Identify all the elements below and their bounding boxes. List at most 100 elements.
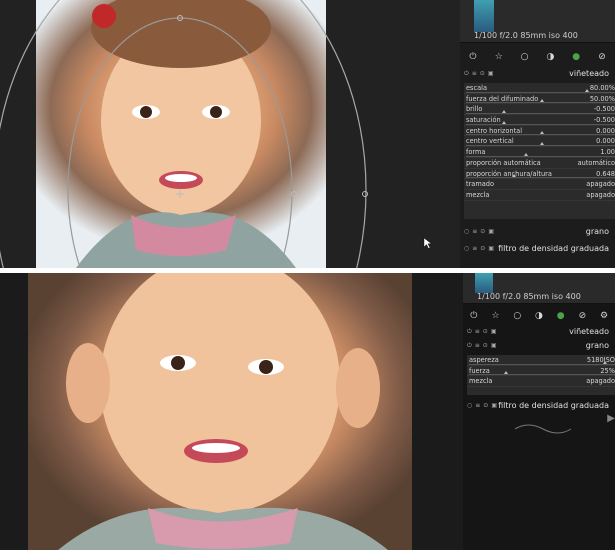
module-group-bar: ⏻ ☆ ○ ◑ ● ⊘ <box>460 50 615 64</box>
param-slider[interactable]: saturación -0.500 <box>464 115 615 126</box>
gear-icon[interactable]: ⚙ <box>596 309 612 323</box>
param-slider[interactable]: mezcla apagado <box>467 376 615 388</box>
reset-icon[interactable]: ⊙ <box>480 245 485 252</box>
grain-params: aspereza 5180ISO fuerza 25% mezcla apagado <box>467 355 615 395</box>
param-slider[interactable]: aspereza 5180ISO <box>467 355 615 366</box>
module-title: filtro de densidad graduada <box>498 401 609 410</box>
slider-marker-icon[interactable] <box>504 371 508 375</box>
presets-icon[interactable]: ≡ <box>472 70 477 77</box>
power-small-icon[interactable]: ⏻ <box>464 70 469 78</box>
module-title: grano <box>585 341 609 350</box>
slider-marker-icon[interactable] <box>501 120 506 124</box>
module-title: viñeteado <box>569 69 609 78</box>
multi-instance-icon[interactable]: ▣ <box>491 328 497 335</box>
right-panel: 1/100 f/2.0 85mm iso 400 ⏻ ☆ ○ ◑ ● ⊘ ⏻ ≡… <box>460 0 615 268</box>
slider-marker-icon[interactable] <box>539 131 544 135</box>
slider-marker-icon[interactable] <box>584 88 589 92</box>
reset-icon[interactable]: ⊙ <box>483 342 488 349</box>
bottom-screenshot: 1/100 f/2.0 85mm iso 400 ⏻ ☆ ○ ◑ ● ⊘ ⚙ ⏻… <box>0 273 615 550</box>
star-icon[interactable]: ☆ <box>488 309 504 323</box>
half-circle-icon[interactable]: ◑ <box>542 50 558 64</box>
star-icon[interactable]: ☆ <box>491 50 507 64</box>
param-value: apagado <box>586 190 615 199</box>
param-label: tramado <box>466 180 495 189</box>
power-icon[interactable]: ⏻ <box>466 309 482 323</box>
slider-track <box>469 374 615 376</box>
circle-icon[interactable]: ○ <box>509 309 525 323</box>
exif-info: 1/100 f/2.0 85mm iso 400 <box>474 31 578 40</box>
reset-icon[interactable]: ⊙ <box>483 402 488 409</box>
baby-photo <box>58 273 388 550</box>
module-header-graduated[interactable]: ○ ≡ ⊙ ▣ filtro de densidad graduada <box>463 399 615 412</box>
exif-info: 1/100 f/2.0 85mm iso 400 <box>477 292 581 301</box>
module-header-vignette[interactable]: ⏻ ≡ ⊙ ▣ viñeteado <box>463 325 615 338</box>
presets-icon[interactable]: ≡ <box>475 342 480 349</box>
slider-marker-icon[interactable] <box>603 360 608 364</box>
slider-marker-icon[interactable] <box>524 152 529 156</box>
param-slider[interactable]: centro vertical 0.000 <box>464 136 615 148</box>
power-small-icon[interactable]: ○ <box>467 402 472 409</box>
presets-icon[interactable]: ≡ <box>475 402 480 409</box>
module-header-grain[interactable]: ⏻ ≡ ⊙ ▣ grano <box>463 339 615 352</box>
ornament-icon <box>514 424 572 434</box>
multi-instance-icon[interactable]: ▣ <box>488 70 494 77</box>
param-slider[interactable]: centro horizontal 0.000 <box>464 126 615 137</box>
multi-instance-icon[interactable]: ▣ <box>488 228 494 235</box>
power-small-icon[interactable]: ⏻ <box>467 328 472 336</box>
param-slider[interactable]: fuerza del difuminado 50.00% <box>464 94 615 105</box>
power-small-icon[interactable]: ⏻ <box>467 342 472 350</box>
image-canvas[interactable] <box>28 273 412 550</box>
param-slider[interactable]: tramado apagado <box>464 179 615 190</box>
presets-icon[interactable]: ≡ <box>475 328 480 335</box>
histogram: 1/100 f/2.0 85mm iso 400 <box>463 273 615 304</box>
reset-icon[interactable]: ⊙ <box>483 328 488 335</box>
power-icon[interactable]: ⏻ <box>465 50 481 64</box>
param-slider[interactable]: proporción automática automático <box>464 158 615 169</box>
param-slider[interactable]: mezcla apagado <box>464 190 615 201</box>
slider-marker-icon[interactable] <box>539 142 544 146</box>
right-panel: 1/100 f/2.0 85mm iso 400 ⏻ ☆ ○ ◑ ● ⊘ ⚙ ⏻… <box>463 273 615 550</box>
reset-icon[interactable]: ⊙ <box>480 228 485 235</box>
multi-instance-icon[interactable]: ▣ <box>491 402 497 409</box>
histogram-graph <box>475 273 493 293</box>
scroll-right-icon[interactable]: ▶ <box>607 413 615 424</box>
top-screenshot: 1/100 f/2.0 85mm iso 400 ⏻ ☆ ○ ◑ ● ⊘ ⏻ ≡… <box>0 0 615 268</box>
slider-marker-icon[interactable] <box>539 99 544 103</box>
presets-icon[interactable]: ≡ <box>472 228 477 235</box>
vignette-overlay[interactable] <box>0 0 460 268</box>
power-small-icon[interactable]: ○ <box>464 245 469 252</box>
multi-instance-icon[interactable]: ▣ <box>491 342 497 349</box>
module-group-bar: ⏻ ☆ ○ ◑ ● ⊘ ⚙ <box>463 309 615 323</box>
module-title: filtro de densidad graduada <box>498 244 609 253</box>
half-circle-icon[interactable]: ◑ <box>531 309 547 323</box>
slider-track <box>466 91 615 93</box>
param-slider[interactable]: brillo -0.500 <box>464 104 615 116</box>
circle-icon[interactable]: ○ <box>517 50 533 64</box>
presets-icon[interactable]: ≡ <box>472 245 477 252</box>
swirl-icon[interactable]: ⊘ <box>574 309 590 323</box>
histogram-graph <box>474 0 494 32</box>
param-slider[interactable]: fuerza 25% <box>467 366 615 377</box>
color-circle-icon[interactable]: ● <box>553 309 569 323</box>
color-circle-icon[interactable]: ● <box>568 50 584 64</box>
slider-track <box>466 123 615 125</box>
swirl-icon[interactable]: ⊘ <box>594 50 610 64</box>
slider-track <box>469 363 615 365</box>
slider-track <box>466 113 615 115</box>
param-value: automático <box>577 158 615 167</box>
power-small-icon[interactable]: ○ <box>464 228 469 235</box>
module-header-grain[interactable]: ○ ≡ ⊙ ▣ grano <box>460 225 615 238</box>
slider-track <box>466 177 615 179</box>
param-slider[interactable]: escala 80.00% <box>464 83 615 94</box>
param-label: mezcla <box>466 190 490 199</box>
reset-icon[interactable]: ⊙ <box>480 70 485 77</box>
mouse-cursor-icon <box>423 237 433 249</box>
multi-instance-icon[interactable]: ▣ <box>488 245 494 252</box>
slider-marker-icon[interactable] <box>501 110 506 114</box>
vignette-params: escala 80.00% fuerza del difuminado 50.00% b… <box>464 83 615 219</box>
slider-marker-icon[interactable] <box>512 174 517 178</box>
param-slider[interactable]: forma 1.00 <box>464 147 615 158</box>
module-header-graduated[interactable]: ○ ≡ ⊙ ▣ filtro de densidad graduada <box>460 242 615 255</box>
param-slider[interactable]: proporción anchura/altura 0.648 <box>464 169 615 180</box>
module-header-vignette[interactable]: ⏻ ≡ ⊙ ▣ viñeteado <box>460 67 615 80</box>
